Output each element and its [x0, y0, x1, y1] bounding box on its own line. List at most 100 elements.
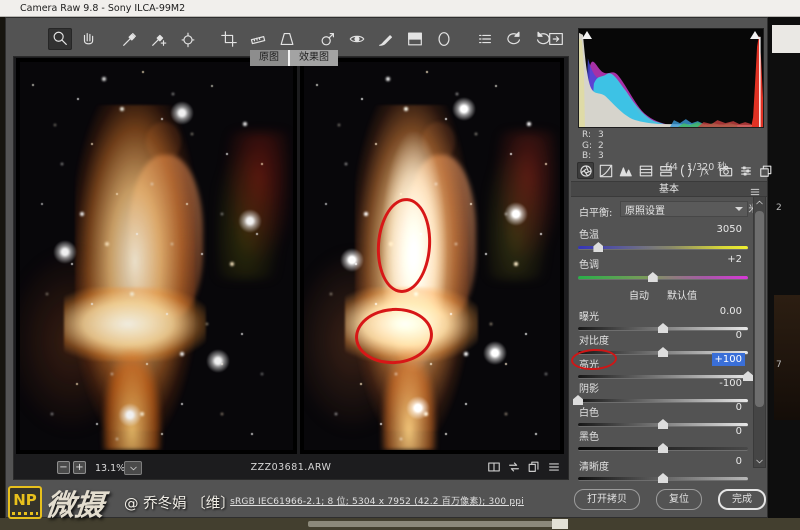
- preview-tab-1[interactable]: 效果图: [290, 50, 338, 66]
- transform-tool[interactable]: [275, 28, 299, 50]
- spot-removal-tool[interactable]: [316, 28, 340, 50]
- crop-tool[interactable]: [217, 28, 241, 50]
- tone-sliders: 曝光0.00对比度0高光+100阴影-100白色0黑色0清晰度0: [576, 305, 750, 479]
- slider-value-highlights[interactable]: +100: [712, 353, 745, 366]
- open-copy-button[interactable]: 打开拷贝: [574, 489, 640, 510]
- slider-track-tint[interactable]: [578, 276, 748, 280]
- highlight-clipping-warning-icon[interactable]: [750, 31, 760, 39]
- watermark-brand: 微摄: [44, 482, 106, 524]
- rgb-row: B:3: [582, 151, 604, 162]
- slider-value-tint[interactable]: +2: [727, 253, 742, 266]
- spark-flare: [53, 240, 77, 264]
- shadow-clipping-warning-icon[interactable]: [582, 31, 592, 39]
- preview-options-icon[interactable]: [546, 459, 562, 475]
- photo-after[interactable]: [300, 58, 564, 454]
- straighten-tool[interactable]: [246, 28, 270, 50]
- slider-value-shadows[interactable]: -100: [719, 377, 742, 390]
- spark-flare: [406, 396, 430, 420]
- tab-lens-corrections[interactable]: [677, 162, 694, 179]
- color-sampler-tool[interactable]: [147, 28, 171, 50]
- slider-whites: 白色 0: [576, 401, 750, 425]
- tab-camera-calibration[interactable]: [717, 162, 734, 179]
- slider-label-whites: 白色: [576, 407, 599, 420]
- hand-tool[interactable]: [77, 28, 101, 50]
- panel-menu-icon[interactable]: [749, 183, 762, 195]
- done-button[interactable]: 完成: [718, 489, 766, 510]
- scroll-down-icon[interactable]: [754, 456, 765, 467]
- auto-default-row: 自动 默认值: [576, 287, 750, 305]
- chevron-down-icon: [735, 207, 743, 211]
- reset-button[interactable]: 复位: [656, 489, 702, 510]
- lantern-glow: [217, 132, 288, 279]
- auto-link[interactable]: 自动: [629, 287, 649, 305]
- tab-split-toning[interactable]: [657, 162, 674, 179]
- white-balance-tool[interactable]: [118, 28, 142, 50]
- spark-flare: [504, 202, 528, 226]
- spark-flare: [170, 101, 194, 125]
- tab-detail[interactable]: [617, 162, 634, 179]
- slider-track-clarity[interactable]: [578, 477, 748, 481]
- screen: Camera Raw 9.8 - Sony ILCA-99M2 2 7 原图效果…: [0, 0, 800, 530]
- desktop-digit: 7: [776, 360, 782, 370]
- watermark-logo: NP: [8, 486, 42, 519]
- slider-thumb-clarity[interactable]: [658, 473, 668, 483]
- histogram: [578, 28, 764, 128]
- slider-value-temperature[interactable]: 3050: [717, 223, 742, 236]
- slider-value-clarity[interactable]: 0: [736, 455, 742, 468]
- panel-header: 基本: [571, 181, 767, 197]
- slider-thumb-blacks[interactable]: [658, 443, 668, 453]
- slider-value-whites[interactable]: 0: [736, 401, 742, 414]
- swap-before-after-icon[interactable]: [506, 459, 522, 475]
- slider-value-blacks[interactable]: 0: [736, 425, 742, 438]
- targeted-adjustment-tool[interactable]: [176, 28, 200, 50]
- rgb-row: R:3: [582, 130, 604, 141]
- slider-clarity: 清晰度 0: [576, 455, 750, 479]
- red-eye-tool[interactable]: [345, 28, 369, 50]
- slider-track-blacks[interactable]: [578, 447, 748, 451]
- spark-flare: [340, 248, 364, 272]
- photo-before[interactable]: [16, 58, 297, 454]
- copy-settings-icon[interactable]: [526, 459, 542, 475]
- panel-scrollbar[interactable]: [753, 196, 766, 468]
- desktop-right-photo-sliver: [774, 295, 800, 420]
- preview-tab-0[interactable]: 原图: [250, 50, 288, 66]
- toggle-fullscreen[interactable]: [544, 28, 568, 50]
- before-after-view-icon[interactable]: [486, 459, 502, 475]
- adjustment-brush-tool[interactable]: [374, 28, 398, 50]
- slider-label-exposure: 曝光: [576, 311, 599, 324]
- slider-value-contrast[interactable]: 0: [736, 329, 742, 342]
- slider-shadows: 阴影-100: [576, 377, 750, 401]
- scrollbar-thumb[interactable]: [755, 211, 764, 407]
- desktop-scrollbar: [308, 521, 560, 527]
- tab-snapshots[interactable]: [757, 162, 774, 179]
- watermark-logo-text: NP: [10, 488, 40, 512]
- tab-tone-curve[interactable]: [597, 162, 614, 179]
- watermark-logo-dots: [12, 512, 38, 515]
- tab-presets[interactable]: [737, 162, 754, 179]
- slider-thumb-temperature[interactable]: [593, 242, 603, 252]
- radial-filter-tool[interactable]: [432, 28, 456, 50]
- slider-label-contrast: 对比度: [576, 335, 609, 348]
- slider-track-temperature[interactable]: [578, 246, 748, 250]
- slider-temperature: 色温3050: [576, 223, 750, 253]
- slider-value-exposure[interactable]: 0.00: [720, 305, 742, 318]
- white-balance-select[interactable]: 原照设置: [620, 201, 748, 217]
- panel-tab-bar: fx: [577, 162, 774, 179]
- graduated-filter-tool[interactable]: [403, 28, 427, 50]
- default-link[interactable]: 默认值: [667, 287, 697, 305]
- scroll-up-icon[interactable]: [754, 197, 765, 208]
- spark-flare: [118, 403, 142, 427]
- preview-tabs: 原图效果图: [250, 50, 338, 66]
- zoom-tool[interactable]: [48, 28, 72, 50]
- tab-hsl-grayscale[interactable]: [637, 162, 654, 179]
- slider-label-clarity: 清晰度: [576, 461, 609, 474]
- tab-effects[interactable]: fx: [697, 162, 714, 179]
- tab-basic[interactable]: [577, 162, 594, 179]
- watermark-author: @ 乔冬娟 〔维〕: [124, 492, 235, 513]
- slider-label-tint: 色调: [576, 259, 599, 272]
- slider-thumb-tint[interactable]: [648, 272, 658, 282]
- rotate-left-tool[interactable]: [502, 28, 526, 50]
- spark-flare: [238, 209, 262, 233]
- workflow-options-link[interactable]: sRGB IEC61966-2.1; 8 位; 5304 x 7952 (42.…: [187, 494, 567, 507]
- preferences-tool[interactable]: [473, 28, 497, 50]
